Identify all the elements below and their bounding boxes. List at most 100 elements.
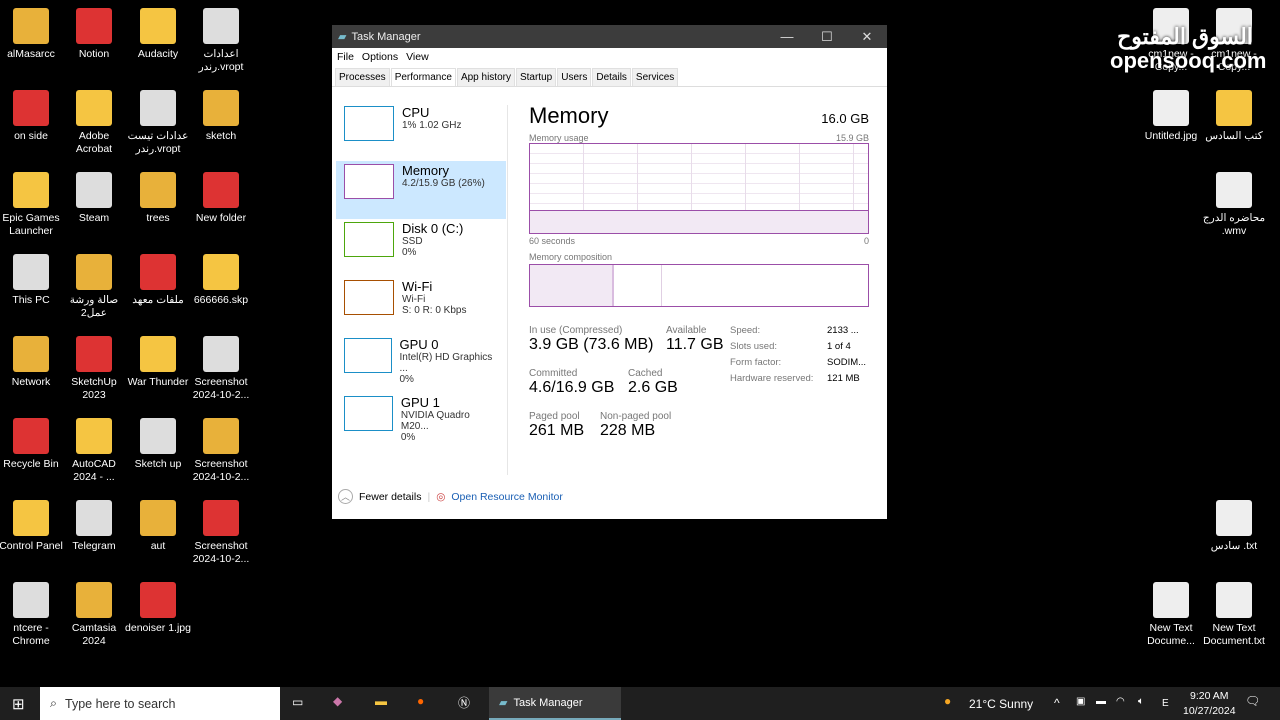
device-wi-fi[interactable]: Wi-Fi Wi-Fi S: 0 R: 0 Kbps — [336, 277, 506, 335]
desktop-icon[interactable]: Audacity — [125, 8, 191, 61]
task-view-icon[interactable]: ▭ — [292, 695, 303, 709]
desktop-icon-label: عدادات تيست رندر.vropt — [127, 130, 189, 155]
open-resource-monitor-link[interactable]: Open Resource Monitor — [451, 491, 562, 503]
desktop-icon[interactable]: 666666.skp — [188, 254, 254, 307]
property-value: 2133 ... — [827, 325, 859, 336]
desktop-icon[interactable]: New Text Docume... — [1138, 582, 1204, 648]
weather-text[interactable]: 21°C Sunny — [969, 697, 1033, 711]
memory-composition-bar — [529, 264, 869, 307]
menu-file[interactable]: File — [337, 51, 354, 63]
desktop-icon[interactable]: Screenshot 2024-10-2... — [188, 336, 254, 402]
desktop-icon[interactable]: كتب السادس — [1201, 90, 1267, 143]
taskbar-task-manager[interactable]: ▰ Task Manager — [489, 687, 621, 720]
x-right-label: 0 — [863, 236, 869, 246]
desktop-icon[interactable]: Screenshot 2024-10-2... — [188, 418, 254, 484]
desktop-icon[interactable]: Epic Games Launcher — [0, 172, 64, 238]
device-detail-2: 0% — [402, 247, 417, 258]
clock-date[interactable]: 10/27/2024 — [1183, 705, 1236, 717]
file-icon — [13, 336, 49, 372]
desktop-icon[interactable]: AutoCAD 2024 - ... — [61, 418, 127, 484]
usage-label: Memory usage — [529, 133, 589, 143]
firefox-icon[interactable]: ● — [417, 694, 424, 708]
desktop-icon[interactable]: trees — [125, 172, 191, 225]
tab-details[interactable]: Details — [592, 68, 631, 86]
file-explorer-icon[interactable]: ▬ — [375, 694, 387, 708]
desktop-icon[interactable]: New folder — [188, 172, 254, 225]
desktop-icon[interactable]: Untitled.jpg — [1138, 90, 1204, 143]
tab-services[interactable]: Services — [631, 68, 679, 86]
desktop-icon[interactable]: محاضره الدرج .wmv — [1201, 172, 1267, 238]
notifications-icon[interactable]: 🗨︎ — [1245, 694, 1260, 708]
chevron-up-icon[interactable]: ︿ — [338, 489, 353, 504]
desktop-icon[interactable]: Screenshot 2024-10-2... — [188, 500, 254, 566]
fewer-details-button[interactable]: Fewer details — [359, 491, 421, 503]
notion-icon[interactable]: Ⓝ — [458, 694, 470, 711]
desktop-icon[interactable]: Adobe Acrobat — [61, 90, 127, 156]
stat-value: 4.6/16.9 GB — [529, 379, 615, 396]
file-icon — [76, 172, 112, 208]
desktop-icon[interactable]: SketchUp 2023 — [61, 336, 127, 402]
desktop-icon[interactable]: ntcere - Chrome — [0, 582, 64, 648]
device-cpu[interactable]: CPU 1% 1.02 GHz — [336, 103, 506, 161]
desktop-icon[interactable]: Sketch up — [125, 418, 191, 471]
desktop-icon[interactable]: عدادات تيست رندر.vropt — [125, 90, 191, 156]
menu-view[interactable]: View — [406, 51, 429, 63]
start-button[interactable]: ⊞ — [12, 695, 25, 713]
device-detail: 4.2/15.9 GB (26%) — [402, 178, 485, 189]
device-disk[interactable]: Disk 0 (C:) SSD 0% — [336, 219, 506, 277]
desktop-icon[interactable]: ملفات معهد — [125, 254, 191, 307]
desktop-icon[interactable]: alMasarcc — [0, 8, 64, 61]
desktop-icon[interactable]: This PC — [0, 254, 64, 307]
volume-icon[interactable]: 🔈︎ — [1138, 696, 1144, 707]
window-title: Task Manager — [351, 30, 421, 43]
device-detail-2: 0% — [399, 374, 414, 385]
chevron-up-icon[interactable]: ^ — [1054, 696, 1060, 710]
desktop-icon[interactable]: New Text Document.txt — [1201, 582, 1267, 648]
file-icon — [203, 336, 239, 372]
device-thumbnail-graph — [344, 222, 394, 257]
tab-app-history[interactable]: App history — [456, 68, 515, 86]
tab-processes[interactable]: Processes — [335, 68, 390, 86]
file-icon — [140, 418, 176, 454]
tab-performance[interactable]: Performance — [390, 68, 456, 86]
tab-startup[interactable]: Startup — [515, 68, 557, 86]
device-gpu[interactable]: GPU 1 NVIDIA Quadro M20... 0% — [336, 393, 506, 451]
maximize-button[interactable]: ☐ — [807, 29, 847, 45]
device-memory[interactable]: Memory 4.2/15.9 GB (26%) — [336, 161, 506, 219]
desktop-icon[interactable]: Notion — [61, 8, 127, 61]
desktop-icon[interactable]: صالة ورشة عمل2 — [61, 254, 127, 320]
title-bar[interactable]: ▰ Task Manager — ☐ ✕ — [332, 25, 887, 48]
property-key: Form factor: — [730, 357, 782, 368]
battery-icon[interactable]: ▬ — [1096, 696, 1106, 707]
tab-users[interactable]: Users — [557, 68, 592, 86]
file-icon — [203, 254, 239, 290]
clock-time[interactable]: 9:20 AM — [1190, 690, 1229, 702]
weather-icon[interactable]: ● — [944, 694, 951, 708]
menu-options[interactable]: Options — [362, 51, 398, 63]
copilot-icon[interactable]: ◆ — [333, 694, 342, 708]
desktop-icon[interactable]: denoiser 1.jpg — [125, 582, 191, 635]
desktop-icon[interactable]: Steam — [61, 172, 127, 225]
search-box[interactable]: ⌕ Type here to search — [40, 687, 280, 720]
desktop-icon[interactable]: سادس .txt — [1201, 500, 1267, 553]
input-language[interactable]: E — [1162, 698, 1169, 709]
panel-title: Memory — [529, 103, 609, 128]
desktop-icon[interactable]: Recycle Bin — [0, 418, 64, 471]
desktop-icon[interactable]: Telegram — [61, 500, 127, 553]
meet-now-icon[interactable]: ▣ — [1076, 696, 1085, 707]
desktop-icon[interactable]: Network — [0, 336, 64, 389]
desktop-icon[interactable]: War Thunder — [125, 336, 191, 389]
file-icon — [13, 254, 49, 290]
device-name: Disk 0 (C:) — [402, 221, 464, 236]
desktop-icon[interactable]: sketch — [188, 90, 254, 143]
wifi-icon[interactable]: ◠ — [1116, 696, 1125, 707]
stat-label: Available — [666, 325, 707, 336]
close-button[interactable]: ✕ — [847, 29, 887, 45]
desktop-icon[interactable]: اعدادات رندر.vropt — [188, 8, 254, 74]
desktop-icon[interactable]: Control Panel — [0, 500, 64, 553]
desktop-icon[interactable]: on side — [0, 90, 64, 143]
desktop-icon[interactable]: Camtasia 2024 — [61, 582, 127, 648]
device-gpu[interactable]: GPU 0 Intel(R) HD Graphics ... 0% — [336, 335, 506, 393]
desktop-icon[interactable]: aut — [125, 500, 191, 553]
minimize-button[interactable]: — — [767, 29, 807, 44]
